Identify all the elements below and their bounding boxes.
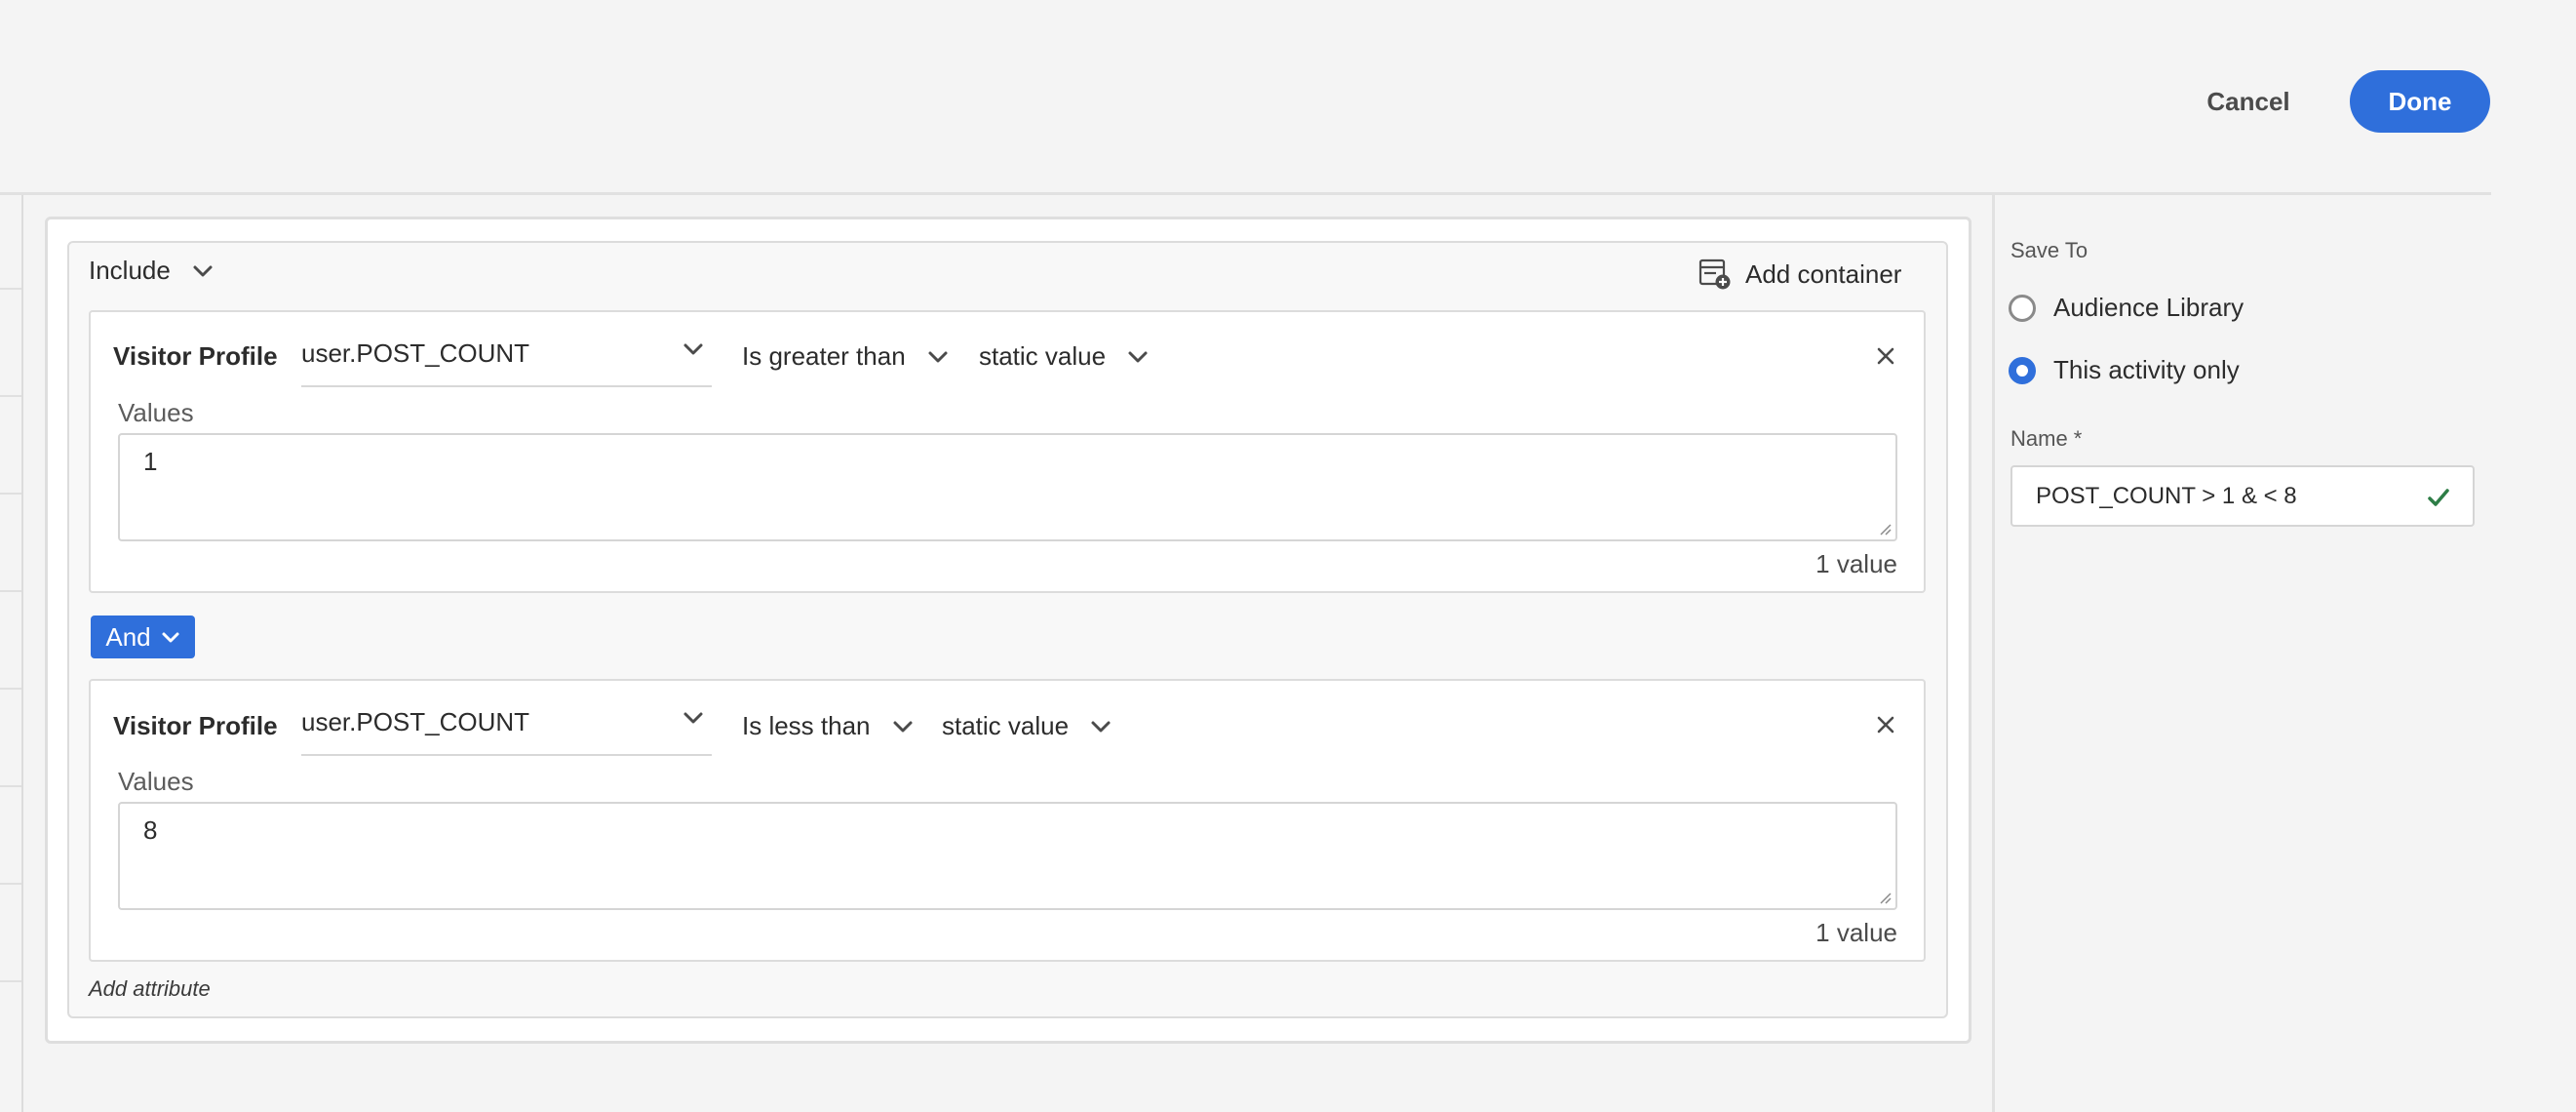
values-label: Values [118,398,194,427]
add-container-button[interactable]: Add container [1698,258,1901,291]
operator-value: Is less than [742,711,871,740]
value-type-select[interactable]: static value [942,711,1112,741]
include-dropdown[interactable]: Include [89,256,214,286]
chevron-down-icon [1127,350,1149,364]
chevron-down-icon [1090,720,1112,734]
chevron-down-icon [192,264,214,278]
values-text: 1 [143,447,158,476]
radio-button-selected[interactable] [2009,356,2036,384]
conjunction-dropdown[interactable]: And [91,616,195,658]
value-type-select[interactable]: static value [979,341,1149,372]
name-field-label: Name * [2010,426,2083,451]
header-bar [0,0,2491,193]
cancel-button[interactable]: Cancel [2184,70,2313,133]
rule-category-label: Visitor Profile [113,711,278,740]
values-textarea[interactable]: 8 [118,802,1897,910]
rule-category-label: Visitor Profile [113,341,278,371]
close-icon[interactable] [1874,344,1897,368]
values-text: 8 [143,815,158,845]
radio-audience-library[interactable]: Audience Library [2009,293,2244,323]
chevron-down-icon [683,342,704,356]
value-count: 1 value [1815,549,1897,578]
attribute-value: user.POST_COUNT [301,338,530,368]
rail-divider [0,590,21,592]
rail-divider [0,785,21,787]
operator-select[interactable]: Is greater than [742,341,949,372]
chevron-down-icon [683,711,704,725]
rail-divider [0,288,21,290]
rail-divider [0,883,21,885]
chevron-down-icon [927,350,949,364]
rail-divider [0,980,21,982]
operator-select[interactable]: Is less than [742,711,914,741]
name-input[interactable] [2036,482,2406,510]
rail-divider [0,688,21,690]
operator-value: Is greater than [742,341,906,371]
radio-this-activity-only[interactable]: This activity only [2009,355,2240,385]
attribute-value: user.POST_COUNT [301,707,530,736]
chevron-down-icon [161,631,180,644]
checkmark-icon [2426,485,2451,510]
attribute-select[interactable]: user.POST_COUNT [301,327,712,387]
conjunction-label: And [105,621,151,652]
done-button[interactable]: Done [2350,70,2490,133]
add-container-label: Add container [1745,258,1902,289]
save-to-label: Save To [2010,238,2088,262]
radio-label: This activity only [2053,355,2240,384]
name-field[interactable] [2010,465,2475,527]
add-attribute-link[interactable]: Add attribute [89,976,211,1002]
left-rail [0,195,23,1112]
value-count: 1 value [1815,918,1897,947]
include-label: Include [89,256,171,285]
close-icon[interactable] [1874,713,1897,736]
value-type-value: static value [942,711,1070,740]
value-type-value: static value [979,341,1107,371]
values-textarea[interactable]: 1 [118,433,1897,541]
rail-divider [0,395,21,397]
rail-divider [0,493,21,495]
add-container-icon [1698,258,1732,291]
radio-button[interactable] [2009,294,2036,322]
chevron-down-icon [892,720,914,734]
attribute-select[interactable]: user.POST_COUNT [301,695,712,756]
resize-grip-icon[interactable] [1876,520,1892,536]
radio-label: Audience Library [2053,293,2244,322]
resize-grip-icon[interactable] [1876,889,1892,904]
values-label: Values [118,767,194,796]
save-panel [1992,195,2491,1112]
